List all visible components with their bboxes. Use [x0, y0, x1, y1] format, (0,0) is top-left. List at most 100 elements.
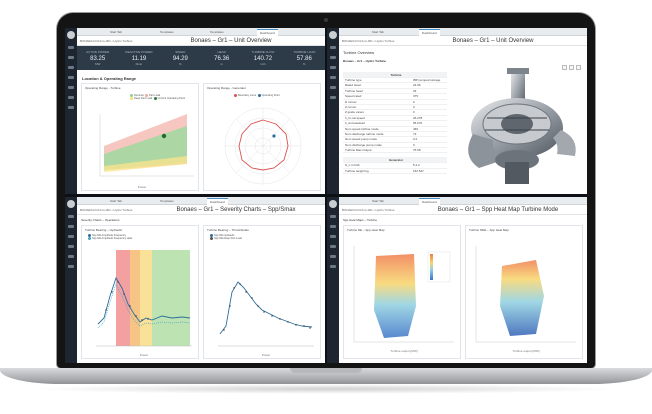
x-axis-label: Power — [138, 185, 147, 189]
nav-home-icon[interactable] — [330, 46, 336, 49]
kpi-strip: ACTIVE POWER 83.25 MW REACTIVE POWER 11.19 M… — [77, 46, 325, 70]
kpi-head: HEAD 76.36 m — [214, 50, 230, 66]
kpi-speed: SPEED 94.29% — [172, 50, 188, 66]
tab-start[interactable]: Start Tab — [107, 29, 125, 36]
turbine-range-chart: Power — [99, 114, 194, 189]
title-bar: BONAES-KOLS-G-001 • Hydro Turbine Bonaes… — [77, 205, 325, 215]
laptop-bezel: Start Tab Templates Templates Dashboard … — [57, 13, 595, 368]
section-title: Severity Charts – Operations — [81, 218, 120, 222]
laptop-screen: Start Tab Templates Templates Dashboard … — [65, 28, 587, 363]
panel-severity-charts: Start Tab Templates Dashboard BONAES-KOL… — [65, 197, 325, 363]
nav-alerts-icon[interactable] — [330, 76, 336, 79]
de-heat-map-card: Turbine DE – Spp Heat Map Turbine output… — [343, 225, 461, 359]
tab-templates[interactable]: Templates — [157, 198, 177, 205]
hydraulic-severity-chart: Power — [96, 250, 192, 357]
tab-start[interactable]: Start Tab — [369, 29, 387, 36]
de-heat-map: Turbine output [MW] — [353, 246, 454, 353]
nde-heat-map-card: Turbine NDE – Spp Heat Map Turbine outpu… — [465, 225, 583, 359]
nav-settings-icon[interactable] — [68, 265, 74, 268]
breadcrumb[interactable]: BONAES-KOLS-G-001 • Hydro Turbine — [342, 39, 394, 43]
nav-reports-icon[interactable] — [330, 255, 336, 258]
turbine-3d-model[interactable] — [457, 64, 581, 190]
tab-start[interactable]: Start Tab — [369, 198, 387, 205]
nav-alerts-icon[interactable] — [68, 245, 74, 248]
tab-templates-2[interactable]: Templates — [207, 29, 227, 36]
turbine-spec-table: Turbine Turbine type IBP pumped storage R… — [343, 72, 447, 175]
section-title: Turbine Overview — [343, 50, 375, 55]
nav-help-icon[interactable] — [68, 106, 74, 109]
tab-dashboard[interactable]: Dashboard — [207, 198, 228, 205]
x-axis-label: Power — [262, 353, 271, 357]
tab-dashboard[interactable]: Dashboard — [419, 198, 440, 205]
kpi-reactive-power: REACTIVE POWER 11.19 Mvar — [125, 50, 153, 66]
tab-dashboard[interactable]: Dashboard — [257, 29, 278, 36]
page-title: Bonaes – Gr1 – Unit Overview — [452, 38, 534, 44]
tab-bar: Start Tab Dashboard — [339, 197, 587, 205]
table-caption: Bonaes – Gr1 – Hydro Turbine — [343, 59, 386, 63]
page-title: Bonaes – Gr1 – Severity Charts – Spp/Sma… — [176, 207, 296, 213]
breadcrumb[interactable]: BONAES-KOLS-G-001 • Hydro Turbine — [80, 39, 132, 43]
tab-templates[interactable]: Templates — [157, 29, 177, 36]
page-title: Bonaes – Gr1 – Unit Overview — [190, 38, 272, 44]
panel-unit-overview-kpis: Start Tab Templates Templates Dashboard … — [65, 28, 325, 194]
nav-analysis-icon[interactable] — [68, 235, 74, 238]
nav-home-icon[interactable] — [68, 215, 74, 218]
nav-reports-icon[interactable] — [68, 86, 74, 89]
nav-analysis-icon[interactable] — [330, 66, 336, 69]
ge-logo-icon — [67, 31, 75, 39]
nav-home-icon[interactable] — [330, 215, 336, 218]
nav-reports-icon[interactable] — [68, 255, 74, 258]
nde-heat-map: Turbine output [MW] — [475, 246, 576, 353]
tab-dashboard[interactable]: Dashboard — [419, 29, 440, 36]
table-row: Turbine Max Output 75.68 — [343, 148, 447, 154]
generator-polar-chart — [224, 107, 302, 185]
nav-analysis-icon[interactable] — [68, 66, 74, 69]
kpi-turbine-load: TURBINE LOAD 57.86% — [293, 50, 316, 66]
ge-logo-icon — [329, 200, 337, 208]
laptop-shadow — [30, 384, 622, 394]
x-axis-label: Power — [140, 353, 149, 357]
ge-logo-icon — [329, 31, 337, 39]
section-title: Location & Operating Range — [82, 76, 137, 81]
title-bar: BONAES-KOLS-G-001 • Hydro Turbine Bonaes… — [339, 36, 587, 46]
nav-alerts-icon[interactable] — [68, 76, 74, 79]
generator-operating-range-card: Operating Range - Generator Boundary cur… — [203, 83, 321, 191]
nav-assets-icon[interactable] — [68, 56, 74, 59]
nav-rail — [327, 28, 339, 194]
nav-rail — [327, 197, 339, 363]
turbine-operating-range-card: Operating Range - Turbine Nominal Part L… — [81, 83, 199, 191]
tab-bar: Start Tab Templates Templates Dashboard — [77, 28, 325, 36]
page-title: Bonaes – Gr1 – Spp Heat Map Turbine Mode — [437, 207, 559, 213]
ge-logo-icon — [67, 200, 75, 208]
panel-spp-heat-map: Start Tab Dashboard BONAES-KOLS-G-001 • … — [327, 197, 587, 363]
nav-rail — [65, 197, 77, 363]
breadcrumb[interactable]: BONAES-KOLS-G-001 • Hydro Turbine — [342, 208, 394, 212]
section-title: Spp Heat Maps – Turbine — [343, 218, 378, 222]
tab-bar: Start Tab Dashboard — [339, 28, 587, 36]
nav-home-icon[interactable] — [68, 46, 74, 49]
title-bar: BONAES-KOLS-G-001 • Hydro Turbine Bonaes… — [77, 36, 325, 46]
title-bar: BONAES-KOLS-G-001 • Hydro Turbine Bonaes… — [339, 205, 587, 215]
tab-bar: Start Tab Templates Dashboard — [77, 197, 325, 205]
nav-reports-icon[interactable] — [330, 86, 336, 89]
hydraulic-severity-card: Turbine Bearing – Hydraulic Spp DE Ampli… — [81, 225, 199, 359]
tab-start[interactable]: Start Tab — [107, 198, 125, 205]
laptop-notch — [290, 368, 362, 373]
webcam — [324, 18, 328, 22]
nav-assets-icon[interactable] — [330, 225, 336, 228]
nav-alerts-icon[interactable] — [330, 245, 336, 248]
x-axis-label: Turbine output [MW] — [390, 349, 417, 353]
kpi-turbine-flow: TURBINE FLOW 140.72 m³/s — [251, 50, 275, 66]
breadcrumb[interactable]: BONAES-KOLS-G-001 • Hydro Turbine — [80, 208, 132, 212]
nav-settings-icon[interactable] — [330, 265, 336, 268]
nav-analysis-icon[interactable] — [330, 235, 336, 238]
laptop-mockup: Start Tab Templates Templates Dashboard … — [0, 0, 652, 414]
nav-assets-icon[interactable] — [68, 225, 74, 228]
table-row: Turbine weight kg 162.547 — [343, 169, 447, 175]
nav-settings-icon[interactable] — [68, 96, 74, 99]
nav-assets-icon[interactable] — [330, 56, 336, 59]
thrust-guide-severity-card: Turbine Bearing – Thrust/Guide Spp DE Hy… — [203, 225, 321, 359]
nav-settings-icon[interactable] — [330, 96, 336, 99]
thrust-guide-severity-chart: Power — [218, 281, 314, 357]
laptop-base — [0, 368, 652, 384]
